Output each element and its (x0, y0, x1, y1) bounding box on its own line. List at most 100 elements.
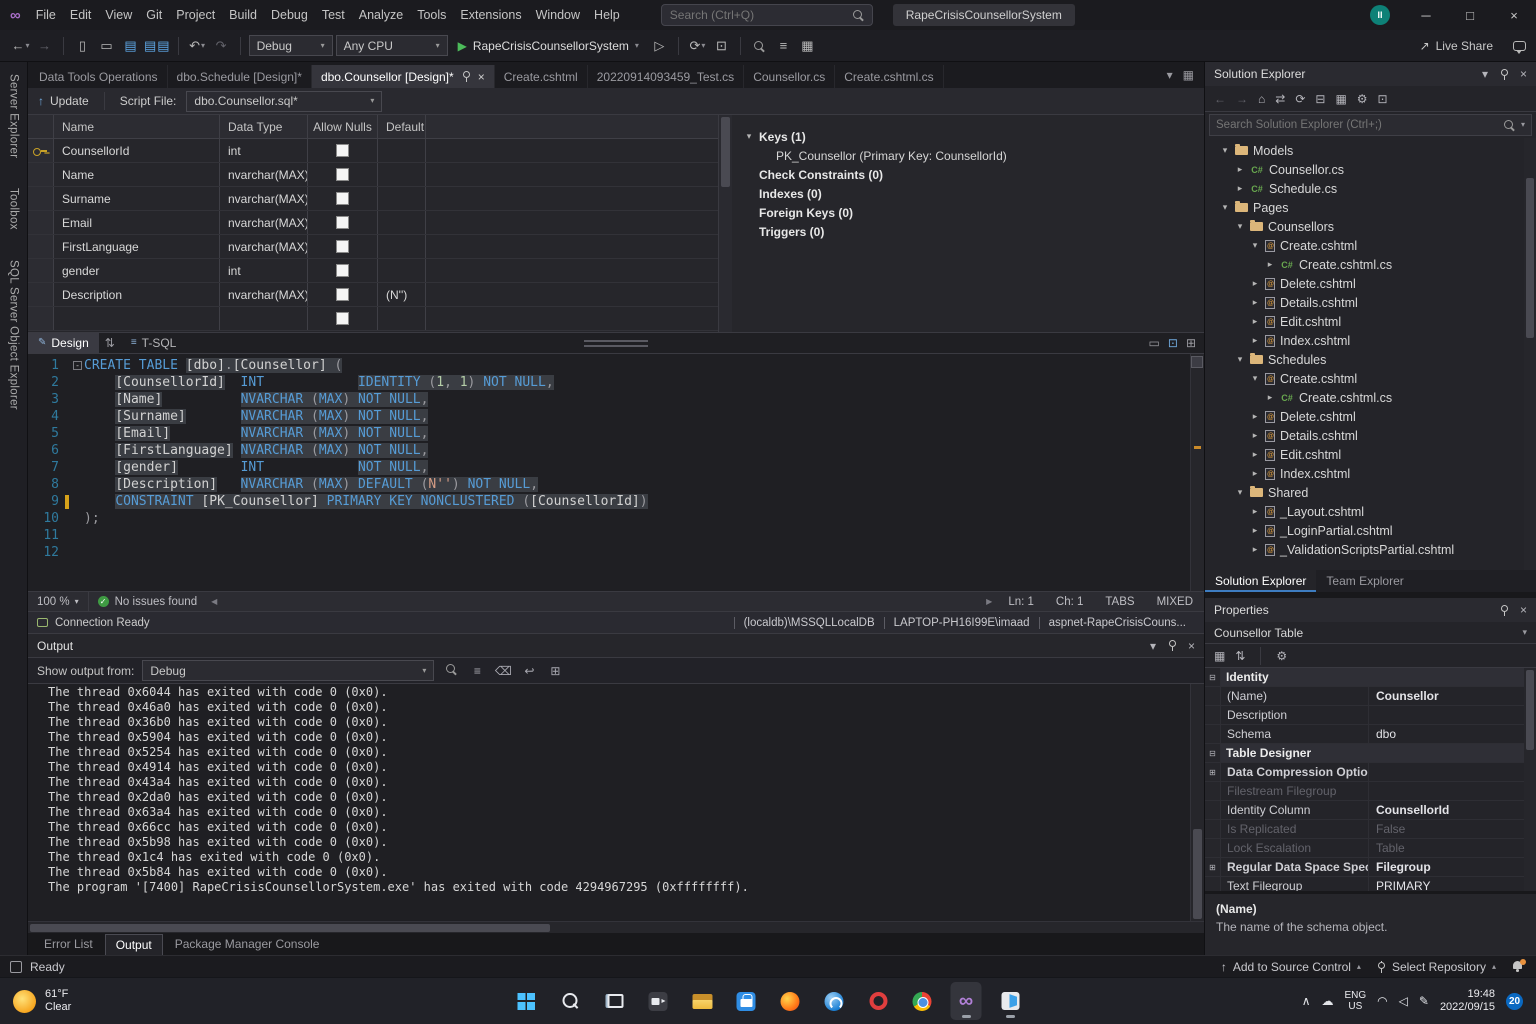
allow-nulls-cell[interactable] (308, 283, 378, 306)
column-type-cell[interactable]: nvarchar(MAX) (220, 211, 308, 234)
taskbar-opera-button[interactable] (863, 982, 894, 1020)
tree-item[interactable]: Pages (1205, 198, 1536, 217)
expander-icon[interactable] (1250, 316, 1260, 327)
script-file-dropdown[interactable]: dbo.Counsellor.sql* (186, 90, 383, 112)
expander-icon[interactable] (1250, 544, 1260, 555)
allow-nulls-cell[interactable] (308, 259, 378, 282)
window-position-icon[interactable] (1482, 68, 1488, 80)
context-child-item[interactable]: PK_Counsellor (Primary Key: CounsellorId… (744, 146, 1204, 165)
document-tab[interactable]: Counsellor.cs (744, 65, 836, 88)
taskbar-edge-button[interactable] (819, 982, 850, 1020)
column-name-cell[interactable]: Description (54, 283, 220, 306)
weather-widget[interactable]: 61°F Clear (0, 988, 71, 1014)
context-item[interactable]: Triggers (0) (759, 225, 824, 239)
panel-tab-package-manager-console[interactable]: Package Manager Console (165, 934, 330, 955)
properties-scrollbar[interactable] (1524, 668, 1536, 891)
taskbar-store-button[interactable] (731, 982, 762, 1020)
output-header[interactable]: Output (28, 634, 1204, 658)
tree-item[interactable]: _LoginPartial.cshtml (1205, 521, 1536, 540)
window-layout-icon[interactable] (1183, 69, 1194, 81)
panel-tab-output[interactable]: Output (104, 933, 163, 955)
splitter-grip[interactable] (584, 339, 648, 347)
code-line[interactable]: 11 (28, 527, 1204, 544)
live-share-button[interactable]: Live Share (1420, 39, 1526, 54)
expander-icon[interactable] (1250, 430, 1260, 441)
output-scrollbar[interactable] (1190, 684, 1204, 921)
quick-search-box[interactable] (660, 4, 873, 26)
taskbar-chrome-button[interactable] (907, 982, 938, 1020)
horizontal-scrollbar[interactable] (206, 598, 997, 606)
tree-item[interactable]: Create.cshtml.cs (1205, 388, 1536, 407)
show-all-files-icon[interactable] (1335, 93, 1346, 105)
expander-icon[interactable] (1250, 373, 1260, 384)
tree-item[interactable]: Delete.cshtml (1205, 274, 1536, 293)
expander-icon[interactable] (1235, 354, 1245, 365)
minimize-button[interactable] (1404, 0, 1448, 30)
fold-collapse-icon[interactable]: - (73, 361, 82, 370)
property-value[interactable]: CounsellorId (1369, 801, 1536, 819)
expander-icon[interactable] (1265, 259, 1275, 270)
code-line[interactable]: 2 [CounsellorId] INT IDENTITY (1, 1) NOT… (28, 374, 1204, 391)
tree-item[interactable]: Edit.cshtml (1205, 445, 1536, 464)
configuration-dropdown[interactable]: Debug (248, 35, 333, 56)
comment-icon[interactable] (797, 35, 818, 57)
column-name-cell[interactable]: Name (54, 163, 220, 186)
expander-icon[interactable] (744, 131, 754, 142)
allow-nulls-cell[interactable] (308, 187, 378, 210)
taskbar-start-button[interactable] (511, 982, 542, 1020)
split-editor-handle[interactable] (1191, 356, 1203, 368)
property-row[interactable]: ⊞ Regular Data Space Specif Filegroup (1205, 858, 1536, 877)
grid-column-header[interactable]: Data Type (220, 115, 308, 138)
search-filter-icon[interactable] (1521, 121, 1525, 129)
column-name-cell[interactable]: CounsellorId (54, 139, 220, 162)
connection-detail[interactable]: (localdb)\MSSQLLocalDB (733, 616, 884, 629)
language-indicator[interactable]: ENG US (1344, 990, 1366, 1012)
column-type-cell[interactable]: nvarchar(MAX) (220, 235, 308, 258)
tree-scrollbar[interactable] (1524, 138, 1536, 570)
notifications-button[interactable] (1512, 959, 1526, 973)
expander-icon[interactable] (1250, 278, 1260, 289)
feedback-icon[interactable] (1513, 40, 1526, 54)
property-value[interactable]: False (1369, 820, 1536, 838)
tree-item[interactable]: Details.cshtml (1205, 293, 1536, 312)
categorized-icon[interactable] (1214, 650, 1225, 662)
scroll-left-icon[interactable] (211, 598, 217, 606)
start-debugging-button[interactable]: RapeCrisisCounsellorSystem (451, 34, 646, 58)
tree-item[interactable]: Shared (1205, 483, 1536, 502)
tree-item[interactable]: Edit.cshtml (1205, 312, 1536, 331)
start-without-debugging-icon[interactable] (649, 35, 670, 57)
property-row[interactable]: (Name) Counsellor (1205, 687, 1536, 706)
code-line[interactable]: 10); (28, 510, 1204, 527)
volume-icon[interactable] (1399, 995, 1408, 1007)
column-row[interactable]: gender int (28, 259, 718, 283)
expander-icon[interactable] (1250, 506, 1260, 517)
close-icon[interactable] (478, 71, 485, 83)
tree-item[interactable]: Details.cshtml (1205, 426, 1536, 445)
code-line[interactable]: 4 [Surname] NVARCHAR (MAX) NOT NULL, (28, 408, 1204, 425)
allow-nulls-checkbox[interactable] (336, 144, 349, 157)
explorer-tab-team-explorer[interactable]: Team Explorer (1316, 570, 1413, 592)
property-value[interactable]: PRIMARY (1369, 877, 1536, 891)
switch-views-icon[interactable] (1275, 93, 1285, 105)
expander-icon[interactable] (1235, 183, 1245, 194)
output-log[interactable]: The thread 0x6044 has exited with code 0… (28, 684, 1190, 921)
tree-item[interactable]: Counsellors (1205, 217, 1536, 236)
allow-nulls-checkbox[interactable] (336, 288, 349, 301)
expander-icon[interactable] (1250, 525, 1260, 536)
clear-all-icon[interactable] (494, 664, 512, 678)
tree-item[interactable]: _ValidationScriptsPartial.cshtml (1205, 540, 1536, 559)
expander-icon[interactable] (1235, 487, 1245, 498)
new-file-icon[interactable] (72, 35, 93, 57)
column-row[interactable]: Name nvarchar(MAX) (28, 163, 718, 187)
window-position-icon[interactable] (1150, 640, 1156, 652)
context-item[interactable]: Keys (1) (759, 130, 806, 144)
tree-item[interactable]: Schedule.cs (1205, 179, 1536, 198)
context-item[interactable]: Check Constraints (0) (759, 168, 883, 182)
find-in-files-icon[interactable] (749, 35, 770, 57)
expander-icon[interactable] (1250, 297, 1260, 308)
expander-icon[interactable] (1220, 145, 1230, 156)
taskbar-search-button[interactable] (555, 982, 586, 1020)
allow-nulls-cell[interactable] (308, 139, 378, 162)
grid-column-header[interactable]: Name (54, 115, 220, 138)
alphabetical-icon[interactable] (1235, 650, 1245, 662)
